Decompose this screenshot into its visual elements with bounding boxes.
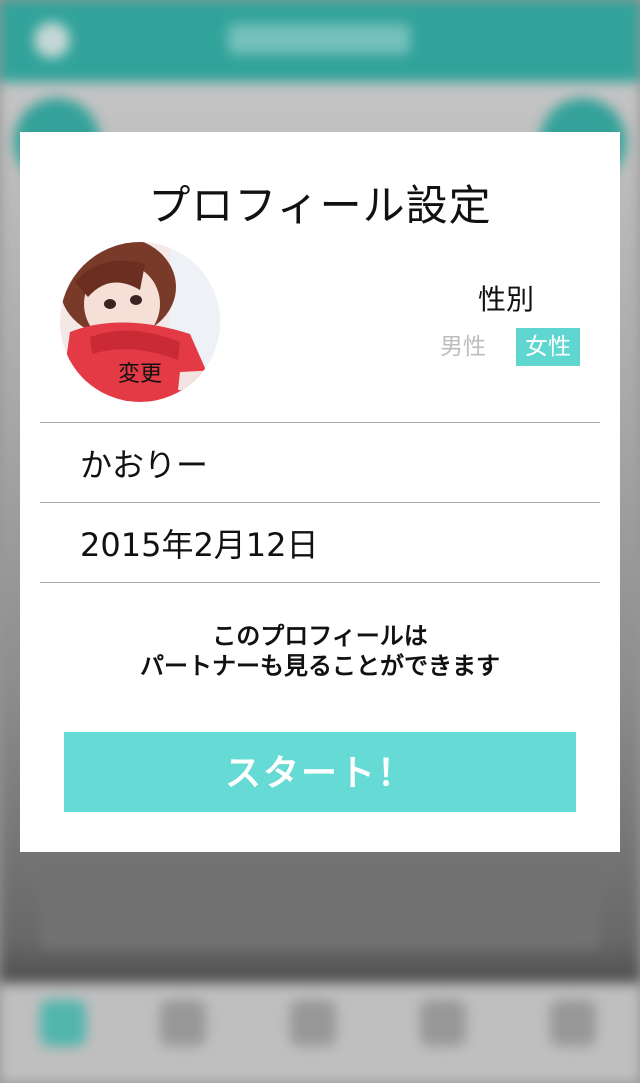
dialog-title: プロフィール設定	[148, 181, 492, 230]
date-field[interactable]: 2015年2月12日	[80, 520, 580, 566]
gender-label: 性別	[477, 283, 534, 316]
profile-notice-line2: パートナーも見ることができます	[140, 652, 500, 680]
gender-male-option[interactable]: 男性	[440, 328, 490, 366]
profile-avatar[interactable]: 変更	[60, 242, 220, 402]
nickname-field[interactable]: かおりー	[80, 440, 580, 486]
divider	[40, 582, 600, 583]
gender-female-option[interactable]: 女性	[516, 328, 580, 366]
avatar-change-label: 変更	[117, 362, 162, 387]
divider	[40, 422, 600, 423]
divider	[40, 502, 600, 503]
start-button[interactable]: スタート！	[64, 732, 576, 812]
